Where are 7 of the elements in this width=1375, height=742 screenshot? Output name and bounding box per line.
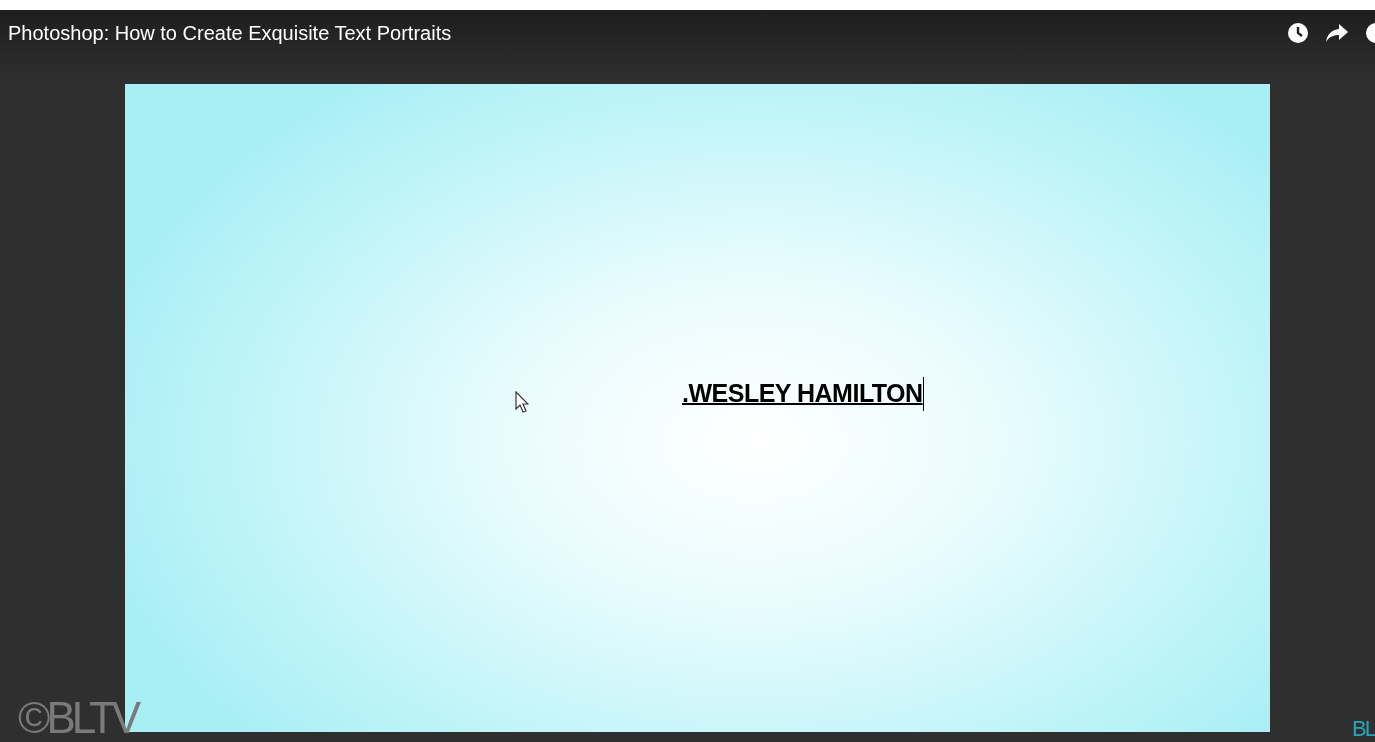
clock-icon[interactable] [1287,22,1309,44]
canvas-text: .WESLEY HAMILTON [682,378,923,410]
pointer-icon [515,391,529,413]
video-title[interactable]: Photoshop: How to Create Exquisite Text Portraits [8,18,452,48]
channel-logo: BL [1352,718,1375,740]
text-cursor-icon [922,377,924,411]
share-icon[interactable] [1325,23,1349,43]
